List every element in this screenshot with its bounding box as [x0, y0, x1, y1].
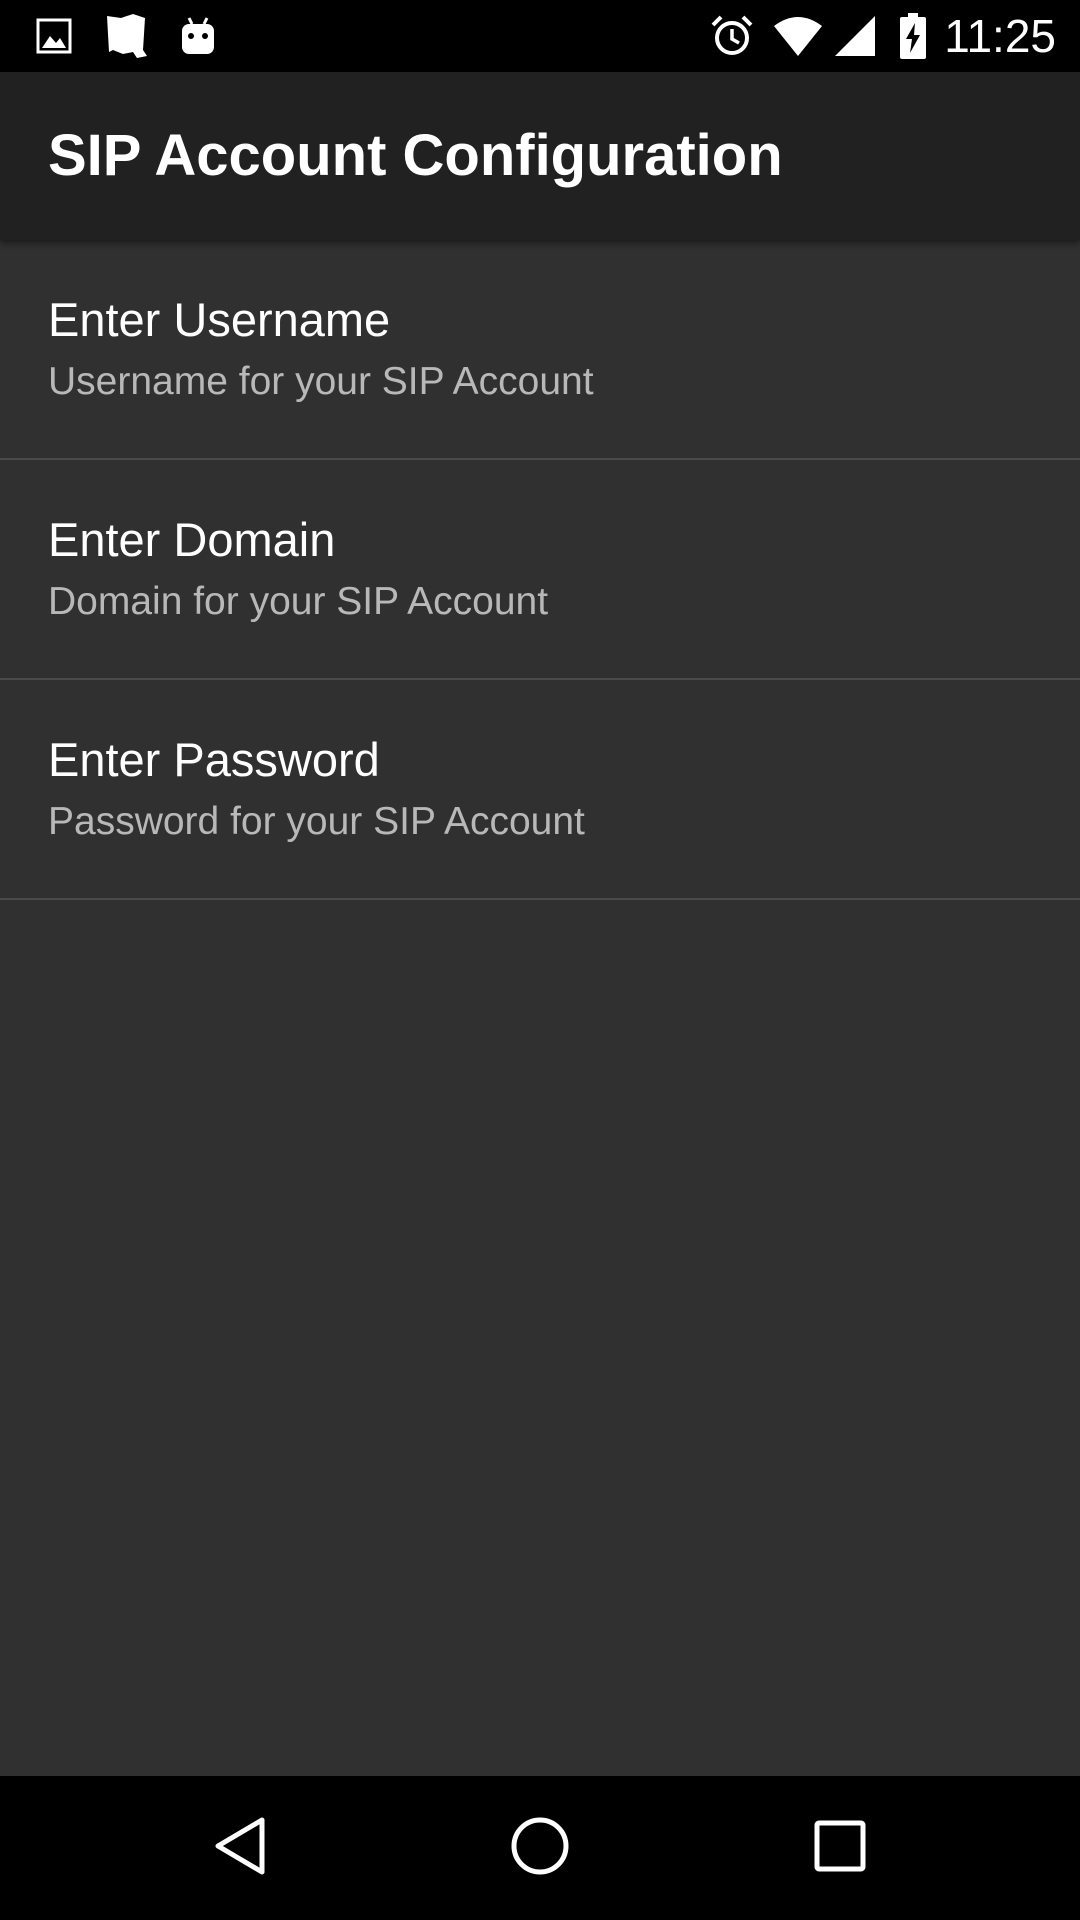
- recents-icon: [813, 1819, 867, 1878]
- preference-summary: Username for your SIP Account: [48, 360, 594, 403]
- screen: 11:25 SIP Account Configuration Enter Us…: [0, 0, 1080, 1920]
- preference-title: Enter Username: [48, 293, 391, 346]
- battery-charging-icon: [896, 0, 930, 72]
- preference-password[interactable]: Enter Password Password for your SIP Acc…: [0, 680, 1080, 900]
- wifi-icon: [770, 0, 826, 72]
- back-button[interactable]: [168, 1776, 312, 1920]
- preference-title: Enter Domain: [48, 513, 336, 566]
- preference-summary: Password for your SIP Account: [48, 800, 585, 843]
- preference-username[interactable]: Enter Username Username for your SIP Acc…: [0, 240, 1080, 460]
- signal-icon: [832, 0, 876, 72]
- preference-list: Enter Username Username for your SIP Acc…: [0, 240, 1080, 900]
- navigation-bar: [0, 1776, 1080, 1920]
- home-button[interactable]: [468, 1776, 612, 1920]
- alarm-icon: [704, 0, 760, 72]
- home-icon: [510, 1816, 570, 1881]
- page-title: SIP Account Configuration: [48, 123, 783, 188]
- preference-domain[interactable]: Enter Domain Domain for your SIP Account: [0, 460, 1080, 680]
- app-bar: SIP Account Configuration: [0, 72, 1080, 240]
- image-icon: [30, 0, 78, 72]
- recents-button[interactable]: [768, 1776, 912, 1920]
- android-icon: [174, 0, 222, 72]
- status-clock: 11:25: [944, 10, 1056, 62]
- preference-title: Enter Password: [48, 733, 380, 786]
- preference-summary: Domain for your SIP Account: [48, 580, 549, 623]
- status-bar: 11:25: [0, 0, 1080, 72]
- back-icon: [212, 1816, 268, 1881]
- map-icon: [100, 0, 152, 72]
